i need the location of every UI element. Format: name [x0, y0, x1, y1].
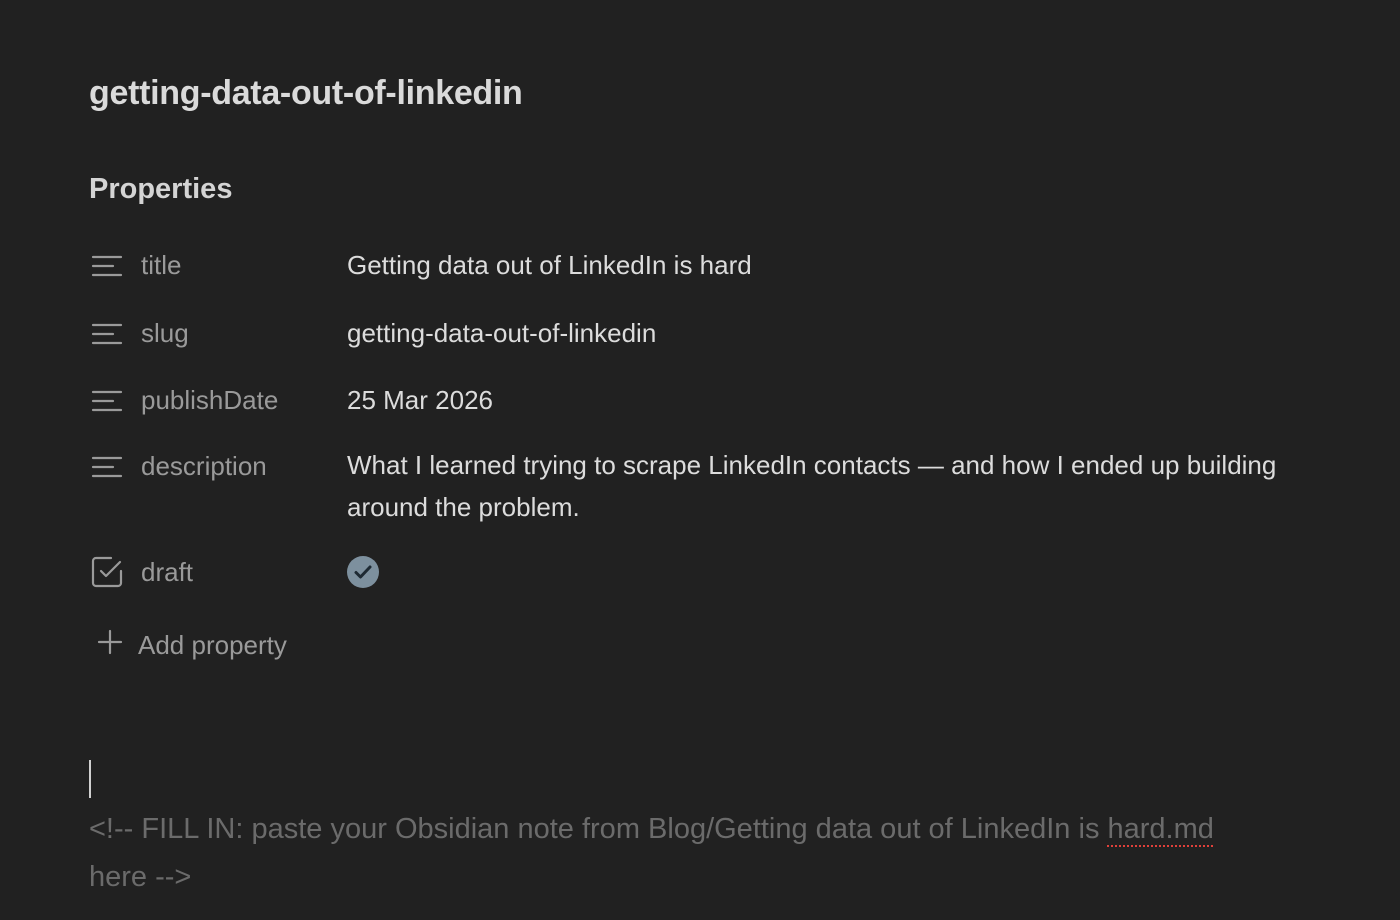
- text-lines-icon[interactable]: [89, 449, 125, 485]
- add-property-label: Add property: [138, 630, 287, 660]
- plus-icon: [96, 628, 124, 663]
- note-title[interactable]: getting-data-out-of-linkedin: [89, 74, 523, 113]
- properties-heading[interactable]: Properties: [89, 173, 232, 206]
- property-value-slug[interactable]: getting-data-out-of-linkedin: [347, 312, 1287, 354]
- property-row-title: title Getting data out of LinkedIn is ha…: [89, 244, 1369, 288]
- draft-checkbox[interactable]: [347, 556, 379, 588]
- property-value-publishdate[interactable]: 25 Mar 2026: [347, 379, 1287, 421]
- text-lines-icon[interactable]: [89, 316, 125, 352]
- add-property-button[interactable]: Add property: [96, 628, 287, 663]
- misspelled-word[interactable]: hard.md: [1108, 813, 1214, 845]
- comment-text-part2: here -->: [89, 861, 192, 893]
- text-cursor: [89, 760, 91, 798]
- text-lines-icon[interactable]: [89, 248, 125, 284]
- property-row-slug: slug getting-data-out-of-linkedin: [89, 312, 1369, 356]
- property-key-title[interactable]: title: [141, 250, 181, 281]
- property-row-publishdate: publishDate 25 Mar 2026: [89, 379, 1369, 423]
- property-row-draft: draft: [89, 553, 1369, 593]
- editor-pane: getting-data-out-of-linkedin Properties …: [0, 0, 1400, 920]
- comment-text-part1: <!-- FILL IN: paste your Obsidian note f…: [89, 813, 1108, 845]
- text-lines-icon[interactable]: [89, 383, 125, 419]
- property-value-title[interactable]: Getting data out of LinkedIn is hard: [347, 244, 1287, 286]
- property-key-draft[interactable]: draft: [141, 557, 193, 588]
- property-value-description[interactable]: What I learned trying to scrape LinkedIn…: [347, 444, 1287, 528]
- property-key-slug[interactable]: slug: [141, 318, 189, 349]
- html-comment-text[interactable]: <!-- FILL IN: paste your Obsidian note f…: [89, 805, 1369, 901]
- checkbox-icon[interactable]: [89, 554, 125, 590]
- property-row-description: description What I learned trying to scr…: [89, 444, 1369, 530]
- property-key-description[interactable]: description: [141, 451, 267, 482]
- property-key-publishdate[interactable]: publishDate: [141, 385, 278, 416]
